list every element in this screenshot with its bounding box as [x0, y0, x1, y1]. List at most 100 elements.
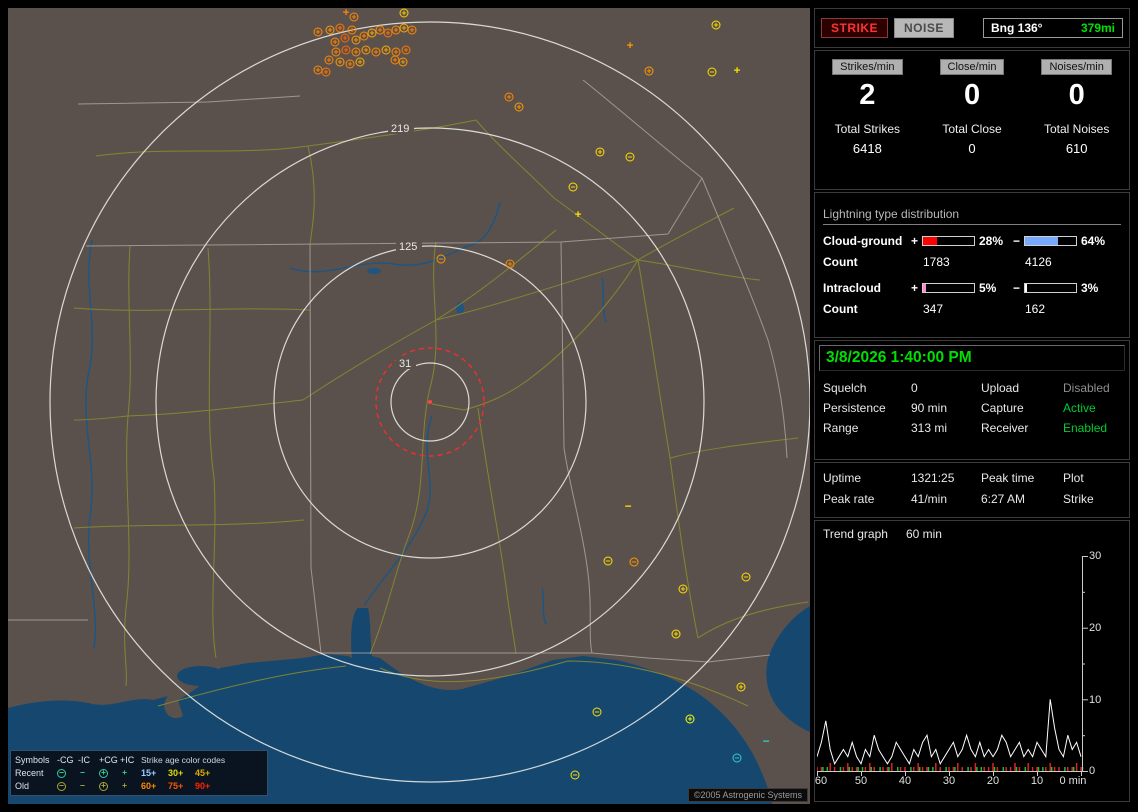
strike-symbol: +	[342, 46, 351, 55]
strike-symbol: +	[734, 65, 741, 76]
neg-cg-marks	[817, 763, 1081, 771]
ic-negative-count: 162	[1013, 302, 1115, 316]
strike-symbol: +	[575, 209, 582, 220]
strike-symbol: +	[346, 60, 355, 69]
strike-symbol: −	[625, 501, 632, 512]
age-code-30: 30+	[168, 768, 195, 778]
ic-positive-count: 347	[911, 302, 1013, 316]
capture-label: Capture	[981, 401, 1063, 415]
legend-recent-row: Recent − − + + 15+ 30+ 45+	[15, 766, 263, 779]
total-noises-label: Total Noises	[1044, 122, 1109, 136]
total-noises-value: 610	[1066, 141, 1088, 156]
datetime-box: 3/8/2026 1:40:00 PM	[819, 345, 1125, 371]
cloud-ground-label: Cloud-ground	[823, 234, 911, 248]
strike-symbol: +	[596, 148, 605, 157]
trend-chart: 30 20 10 0 60 50 40 30 20 10 0 min	[815, 549, 1129, 799]
strike-symbol: +	[506, 260, 515, 269]
strike-button[interactable]: STRIKE	[821, 18, 888, 38]
total-close-value: 0	[968, 141, 975, 156]
squelch-value: 0	[911, 381, 981, 395]
x-tick-50: 50	[855, 775, 867, 787]
plot-value: Strike	[1063, 492, 1121, 506]
strikes-per-min-header: Strikes/min	[832, 59, 902, 75]
strike-symbol: −	[569, 183, 578, 192]
legend-col-neg-cg: -CG	[57, 755, 78, 765]
y-tick-20: 20	[1089, 622, 1101, 634]
x-tick-30: 30	[943, 775, 955, 787]
ic-positive-pct: 5%	[979, 281, 1013, 295]
strike-symbol: +	[350, 13, 359, 22]
strike-symbol: +	[348, 26, 357, 35]
strike-symbol: +	[686, 715, 695, 724]
capture-value: Active	[1063, 401, 1121, 415]
trend-chart-svg	[817, 555, 1093, 779]
bearing-value: Bng 136°	[991, 21, 1042, 35]
strike-symbol: +	[402, 46, 411, 55]
strike-symbol: +	[399, 58, 408, 67]
age-code-75: 75+	[168, 781, 195, 791]
neg-cg-recent-icon: −	[57, 769, 66, 778]
persistence-label: Persistence	[823, 401, 911, 415]
plus-sign: +	[911, 234, 922, 248]
close-per-min-value: 0	[964, 79, 980, 112]
upload-value: Disabled	[1063, 381, 1121, 395]
neg-cg-old-icon: −	[57, 782, 66, 791]
total-strikes-value: 6418	[853, 141, 882, 156]
total-strikes-label: Total Strikes	[835, 122, 900, 136]
cg-positive-count: 1783	[911, 255, 1013, 269]
intracloud-label: Intracloud	[823, 281, 911, 295]
settings-section: 3/8/2026 1:40:00 PM Squelch 0 Upload Dis…	[814, 340, 1130, 460]
strike-symbol: +	[322, 68, 331, 77]
ic-count-label: Count	[823, 302, 911, 316]
noises-stat-column: Noises/min 0 Total Noises 610	[1024, 59, 1129, 189]
mode-bar: STRIKE NOISE Bng 136° 379mi	[814, 8, 1130, 48]
age-code-15: 15+	[141, 768, 168, 778]
pos-cg-recent-icon: +	[99, 769, 108, 778]
cloud-ground-row: Cloud-ground + 28% − 64%	[823, 234, 1121, 248]
peak-time-value: 6:27 AM	[981, 492, 1063, 506]
strikes-layer: +++++++++++++++++++++++++++++++++++−++++…	[8, 8, 810, 804]
strike-map[interactable]: 219 125 31 +++++++++++++++++++++++++++++…	[8, 8, 810, 804]
ic-negative-pct: 3%	[1081, 281, 1115, 295]
strike-symbol: +	[326, 26, 335, 35]
strike-symbol: +	[336, 58, 345, 67]
trend-section: Trend graph 60 min	[814, 520, 1130, 802]
close-stat-column: Close/min 0 Total Close 0	[920, 59, 1025, 189]
strike-symbol: +	[332, 48, 341, 57]
strike-symbol: −	[593, 708, 602, 717]
neg-ic-recent-icon: −	[78, 769, 87, 778]
range-value: 313 mi	[911, 421, 981, 435]
strike-symbol: +	[331, 38, 340, 47]
cloud-ground-count-row: Count 1783 4126	[823, 255, 1121, 269]
bearing-display: Bng 136° 379mi	[983, 18, 1123, 38]
strike-symbol: +	[372, 48, 381, 57]
strikes-per-min-value: 2	[859, 79, 875, 112]
age-code-60: 60+	[141, 781, 168, 791]
peak-rate-value: 41/min	[911, 492, 981, 506]
legend-age-header: Strike age color codes	[141, 755, 227, 765]
strike-symbol: +	[505, 93, 514, 102]
cg-positive-pct: 28%	[979, 234, 1013, 248]
x-tick-60: 60	[815, 775, 827, 787]
strike-symbol: +	[400, 9, 409, 18]
strike-symbol: −	[604, 557, 613, 566]
lightning-distribution: Lightning type distribution Cloud-ground…	[814, 192, 1130, 338]
strike-symbol: −	[630, 558, 639, 567]
ic-positive-bar	[922, 283, 975, 293]
strike-symbol: +	[679, 585, 688, 594]
strike-symbol: +	[325, 56, 334, 65]
cg-positive-bar	[922, 236, 975, 246]
x-tick-0: 0 min	[1060, 775, 1087, 787]
neg-ic-old-icon: −	[78, 782, 87, 791]
strike-symbol: +	[672, 630, 681, 639]
status-section: Uptime 1321:25 Peak time Plot Peak rate …	[814, 462, 1130, 518]
pos-cg-old-icon: +	[99, 782, 108, 791]
trend-line	[817, 699, 1081, 764]
pos-ic-old-icon: +	[120, 782, 129, 791]
distribution-title: Lightning type distribution	[823, 207, 1121, 225]
strike-symbol: −	[708, 68, 717, 77]
strike-symbol: +	[362, 46, 371, 55]
noise-button[interactable]: NOISE	[894, 18, 954, 38]
strike-symbol: +	[341, 34, 350, 43]
strike-symbol: −	[763, 736, 770, 747]
